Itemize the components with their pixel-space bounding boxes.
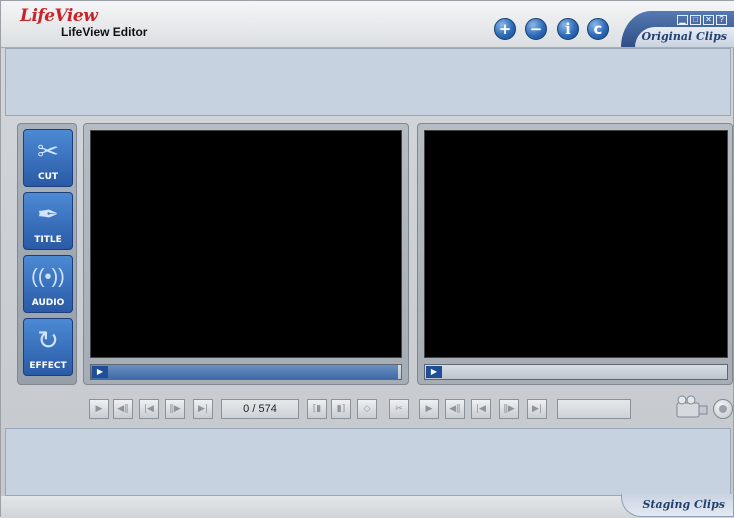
close-button[interactable]: ✕ (703, 15, 714, 25)
capture-button[interactable] (673, 394, 709, 422)
source-frame-counter: 0 / 574 (221, 399, 299, 419)
play-icon: ▶ (95, 404, 103, 414)
source-viewer-frame: ▶ (83, 123, 409, 385)
preview-step-back-button[interactable]: ◀‖ (445, 399, 465, 419)
app-title: LifeView Editor (61, 25, 148, 39)
close-icon: ✕ (705, 15, 712, 24)
info-icon: i (565, 20, 571, 38)
staging-clips-tab[interactable]: Staging Clips (621, 494, 734, 517)
preview-go-start-button[interactable]: |◀ (471, 399, 491, 419)
help-icon: ? (719, 15, 724, 24)
erase-button[interactable]: ◇ (357, 399, 377, 419)
mark-in-icon: [▮ (312, 404, 322, 414)
step-forward-icon: ‖▶ (169, 404, 181, 414)
record-button[interactable] (713, 399, 733, 419)
preview-play-marker[interactable]: ▶ (426, 366, 442, 378)
step-back-icon: ◀‖ (117, 404, 129, 414)
camcorder-icon (676, 395, 708, 418)
original-clips-tab-face: Original Clips (635, 27, 734, 47)
cut-tool-label: CUT (37, 172, 59, 182)
pen-nib-icon: ✒ (37, 199, 59, 229)
original-clips-tab[interactable]: ▁ □ ✕ ? Original Clips (621, 11, 734, 47)
preview-play-button[interactable]: ▶ (419, 399, 439, 419)
preview-scrub-bar[interactable]: ▶ (424, 364, 728, 380)
source-go-start-button[interactable]: |◀ (139, 399, 159, 419)
preview-go-end-button[interactable]: ▶| (527, 399, 547, 419)
cut-tool-button[interactable]: ✂ CUT (23, 129, 73, 187)
go-end-icon: ▶| (198, 404, 208, 414)
preview-video-screen[interactable] (424, 130, 728, 358)
split-button[interactable]: ✂ (389, 399, 409, 419)
mark-out-icon: ▮] (336, 404, 346, 414)
remove-clip-button[interactable]: − (525, 18, 547, 40)
source-go-end-button[interactable]: ▶| (193, 399, 213, 419)
lifeview-editor-window: LifeView LifeView Editor + − i c ▁ □ ✕ ?… (0, 0, 734, 518)
help-button[interactable]: ? (716, 15, 727, 25)
minimize-button[interactable]: ▁ (677, 15, 688, 25)
step-back-icon: ◀‖ (449, 404, 461, 414)
go-end-icon: ▶| (532, 404, 542, 414)
source-play-button[interactable]: ▶ (89, 399, 109, 419)
go-start-icon: |◀ (476, 404, 486, 414)
staging-clips-panel[interactable] (5, 428, 731, 496)
lifeview-logo: LifeView (20, 6, 98, 26)
preview-viewer-frame: ▶ (417, 123, 733, 385)
title-tool-label: TITLE (34, 235, 62, 245)
audio-tool-button[interactable]: ((•)) AUDIO (23, 255, 73, 313)
effect-tool-button[interactable]: ↻ EFFECT (23, 318, 73, 376)
source-step-forward-button[interactable]: ‖▶ (165, 399, 185, 419)
title-bar: LifeView LifeView Editor + − i c ▁ □ ✕ ?… (1, 1, 734, 48)
sound-waves-icon: ((•)) (31, 266, 65, 288)
tool-palette: ✂ CUT ✒ TITLE ((•)) AUDIO ↻ EFFECT (17, 123, 77, 385)
swirl-icon: ↻ (37, 325, 59, 355)
title-tool-button[interactable]: ✒ TITLE (23, 192, 73, 250)
source-scrub-bar[interactable]: ▶ (90, 364, 402, 380)
source-step-back-button[interactable]: ◀‖ (113, 399, 133, 419)
add-clip-button[interactable]: + (494, 18, 516, 40)
step-forward-icon: ‖▶ (503, 404, 515, 414)
eraser-icon: ◇ (363, 404, 371, 414)
play-icon: ▶ (430, 367, 438, 376)
source-scrub-progress (91, 365, 398, 379)
restore-button[interactable]: □ (690, 15, 701, 25)
staging-clips-label: Staging Clips (642, 498, 725, 511)
scissors-icon: ✂ (37, 136, 59, 166)
source-video-screen[interactable] (90, 130, 402, 358)
source-play-marker[interactable]: ▶ (92, 366, 108, 378)
play-icon: ▶ (425, 404, 433, 414)
info-button[interactable]: i (557, 18, 579, 40)
mark-out-button[interactable]: ▮] (331, 399, 351, 419)
copyright-icon: c (593, 20, 603, 38)
scissors-icon: ✂ (395, 404, 403, 414)
preview-frame-counter (557, 399, 631, 419)
preview-step-forward-button[interactable]: ‖▶ (499, 399, 519, 419)
mark-in-button[interactable]: [▮ (307, 399, 327, 419)
go-start-icon: |◀ (144, 404, 154, 414)
audio-tool-label: AUDIO (31, 298, 65, 308)
restore-icon: □ (693, 15, 698, 24)
original-clips-label: Original Clips (641, 30, 727, 43)
copyright-button[interactable]: c (587, 18, 609, 40)
original-clips-panel[interactable] (5, 48, 731, 116)
play-icon: ▶ (96, 367, 104, 376)
effect-tool-label: EFFECT (29, 361, 67, 371)
minimize-icon: ▁ (679, 15, 686, 24)
